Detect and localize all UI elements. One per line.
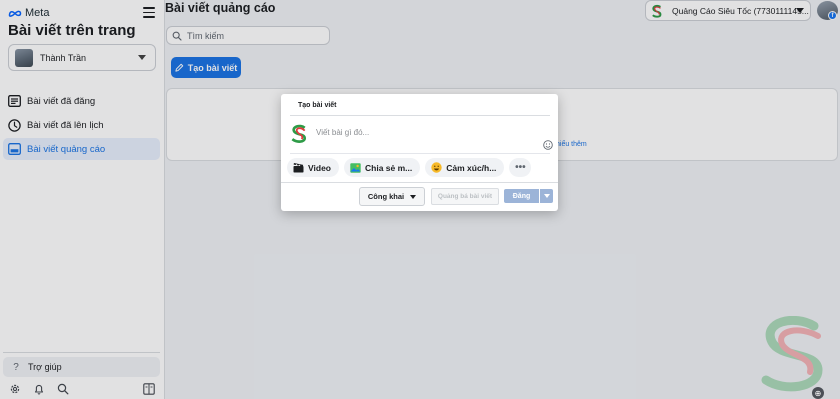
globe-icon[interactable]: ⊕ <box>812 387 824 399</box>
post-composer-input[interactable] <box>316 125 536 139</box>
post-label: Đăng <box>512 192 531 200</box>
photo-icon <box>350 162 361 173</box>
post-button[interactable]: Đăng <box>504 189 539 203</box>
video-chip[interactable]: Video <box>287 158 339 177</box>
feeling-chip[interactable]: Cảm xúc/h... <box>425 158 505 177</box>
divider <box>290 115 550 116</box>
privacy-label: Công khai <box>367 192 405 201</box>
chip-label: Video <box>308 162 331 173</box>
chevron-down-icon <box>410 194 417 199</box>
chip-label: Cảm xúc/h... <box>446 162 497 173</box>
post-options-dropdown[interactable] <box>540 189 553 203</box>
attachment-options: Video Chia sẻ m... Cảm xúc/h... ••• <box>287 158 532 177</box>
boost-post-button[interactable]: Quảng bá bài viết <box>431 188 499 205</box>
privacy-selector[interactable]: Công khai <box>359 187 425 206</box>
more-options-button[interactable]: ••• <box>509 158 532 177</box>
share-photo-chip[interactable]: Chia sẻ m... <box>344 158 421 177</box>
page-avatar <box>291 124 307 143</box>
watermark-logo <box>761 316 823 392</box>
emoji-picker-icon[interactable] <box>543 140 553 150</box>
chip-label: Chia sẻ m... <box>365 162 413 173</box>
chevron-down-icon <box>543 194 550 198</box>
dialog-title: Tạo bài viết <box>298 102 337 109</box>
divider <box>290 153 550 154</box>
create-post-dialog: Tạo bài viết Video Chia sẻ m... Cảm xúc/… <box>281 94 558 211</box>
video-camera-icon <box>293 162 304 172</box>
smiley-icon <box>431 162 442 173</box>
divider <box>281 182 558 183</box>
boost-label: Quảng bá bài viết <box>437 193 493 200</box>
